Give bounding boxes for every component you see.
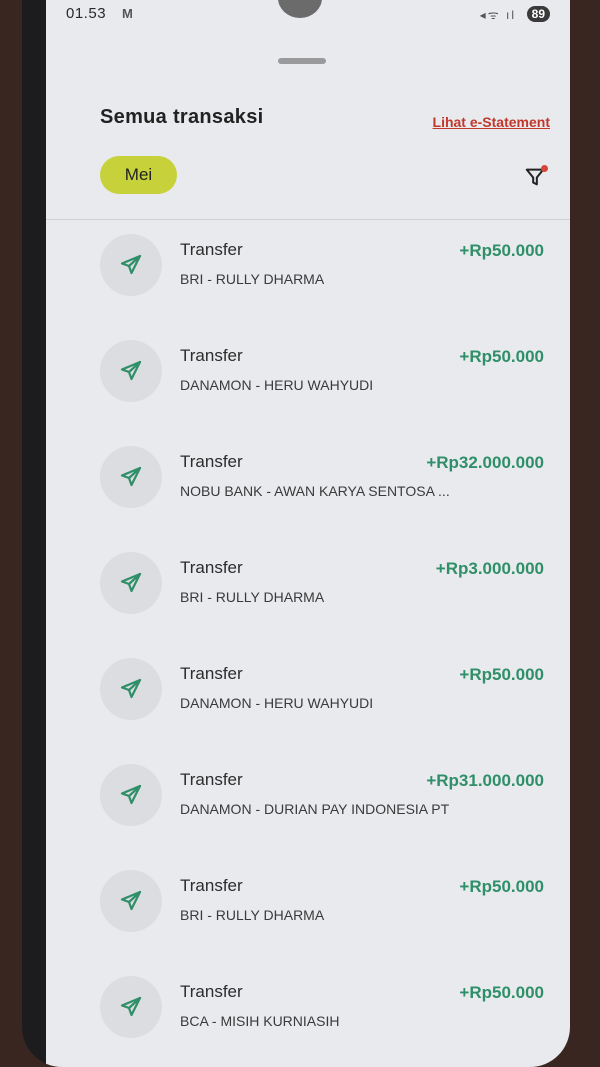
screen: 01.53 M ◂ᯤ ıl 89 Semua transaksi Lihat e… [46, 0, 570, 1067]
status-bar: 01.53 M ◂ᯤ ıl 89 [46, 0, 570, 32]
transaction-type: Transfer [180, 664, 243, 683]
phone-frame: 01.53 M ◂ᯤ ıl 89 Semua transaksi Lihat e… [22, 0, 570, 1067]
paper-plane-icon [120, 360, 142, 381]
transaction-type: Transfer [180, 240, 243, 259]
transaction-icon-circle [100, 446, 162, 508]
transaction-counterparty: BRI - RULLY DHARMA [180, 907, 325, 923]
paper-plane-icon [120, 996, 142, 1017]
paper-plane-icon [120, 890, 142, 911]
transaction-amount: +Rp50.000 [459, 665, 544, 684]
transaction-icon-circle [100, 658, 162, 720]
transaction-type: Transfer [180, 558, 243, 577]
transaction-row[interactable]: Transfer DANAMON - HERU WAHYUDI +Rp50.00… [46, 332, 570, 438]
transaction-counterparty: NOBU BANK - AWAN KARYA SENTOSA ... [180, 483, 450, 499]
header-divider [46, 219, 570, 220]
page-title: Semua transaksi [100, 106, 264, 128]
transaction-icon-circle [100, 340, 162, 402]
status-time: 01.53 [66, 5, 107, 22]
filter-active-dot [541, 165, 548, 172]
transaction-icon-circle [100, 764, 162, 826]
transaction-amount: +Rp3.000.000 [435, 559, 544, 578]
paper-plane-icon [120, 784, 142, 805]
transaction-row[interactable]: Transfer BRI - RULLY DHARMA +Rp50.000 [46, 226, 570, 332]
front-camera [278, 0, 322, 18]
transaction-row[interactable]: Transfer NOBU BANK - AWAN KARYA SENTOSA … [46, 438, 570, 544]
transaction-icon-circle [100, 552, 162, 614]
transaction-list: Transfer BRI - RULLY DHARMA +Rp50.000 Tr… [46, 226, 570, 1067]
paper-plane-icon [120, 254, 142, 275]
transaction-row[interactable]: Transfer BRI - RULLY DHARMA +Rp50.000 [46, 862, 570, 968]
transaction-type: Transfer [180, 876, 243, 895]
transaction-amount: +Rp50.000 [459, 241, 544, 260]
month-filter-chip[interactable]: Mei [100, 156, 177, 194]
transaction-amount: +Rp50.000 [459, 983, 544, 1002]
sheet-drag-handle[interactable] [278, 58, 326, 64]
transaction-type: Transfer [180, 982, 243, 1001]
paper-plane-icon [120, 572, 142, 593]
transaction-counterparty: DANAMON - HERU WAHYUDI [180, 377, 374, 393]
transaction-row[interactable]: Transfer BCA - MISIH KURNIASIH +Rp50.000 [46, 968, 570, 1067]
filter-button[interactable] [524, 165, 548, 190]
paper-plane-icon [120, 678, 142, 699]
transaction-icon-circle [100, 976, 162, 1038]
signal-wifi-icons: ◂ᯤ ıl [479, 8, 516, 22]
transaction-counterparty: DANAMON - DURIAN PAY INDONESIA PT [180, 801, 450, 817]
transaction-amount: +Rp50.000 [459, 877, 544, 896]
transaction-amount: +Rp50.000 [459, 347, 544, 366]
transaction-row[interactable]: Transfer BRI - RULLY DHARMA +Rp3.000.000 [46, 544, 570, 650]
transaction-row[interactable]: Transfer DANAMON - HERU WAHYUDI +Rp50.00… [46, 650, 570, 756]
transaction-type: Transfer [180, 346, 243, 365]
transaction-icon-circle [100, 234, 162, 296]
e-statement-link[interactable]: Lihat e-Statement [433, 114, 550, 130]
transaction-type: Transfer [180, 770, 243, 789]
transaction-type: Transfer [180, 452, 243, 471]
mail-notification-icon: M [122, 6, 133, 21]
transaction-counterparty: BRI - RULLY DHARMA [180, 589, 325, 605]
transaction-row[interactable]: Transfer DANAMON - DURIAN PAY INDONESIA … [46, 756, 570, 862]
battery-badge: 89 [526, 6, 550, 22]
transaction-counterparty: BRI - RULLY DHARMA [180, 271, 325, 287]
transaction-counterparty: BCA - MISIH KURNIASIH [180, 1013, 340, 1029]
transaction-amount: +Rp31.000.000 [426, 771, 544, 790]
transaction-icon-circle [100, 870, 162, 932]
transaction-amount: +Rp32.000.000 [426, 453, 544, 472]
paper-plane-icon [120, 466, 142, 487]
transaction-counterparty: DANAMON - HERU WAHYUDI [180, 695, 374, 711]
